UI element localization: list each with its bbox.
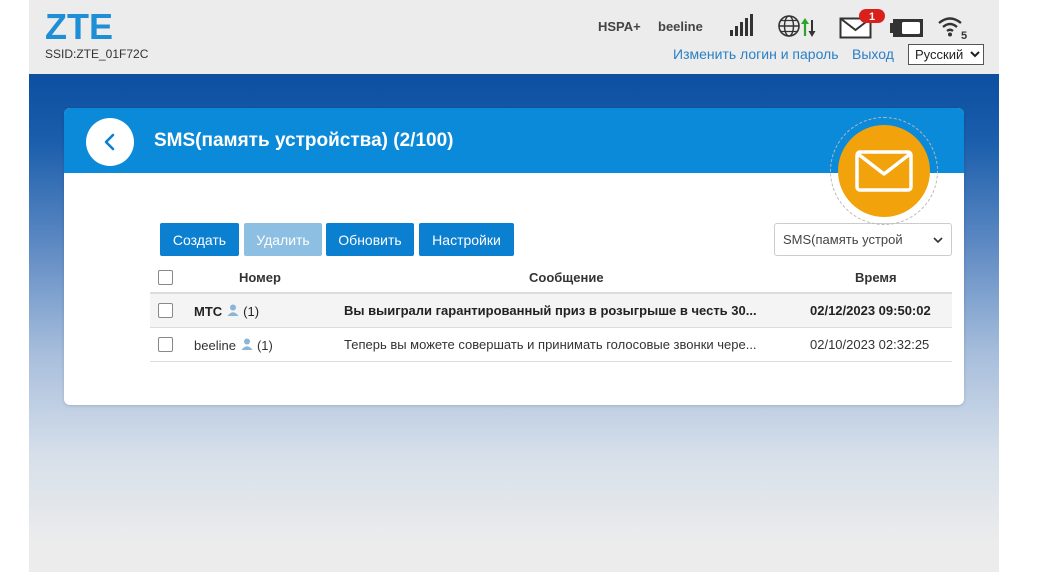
select-all-checkbox[interactable] [158,270,173,285]
back-arrow-icon [104,133,115,151]
sender-name: МТС [194,304,223,319]
operator-name: beeline [658,19,703,34]
top-header: ZTE SSID:ZTE_01F72C HSPA+ beeline 1 5 Из… [29,0,999,74]
network-type: HSPA+ [598,19,641,34]
person-icon [227,304,239,316]
ssid-label: SSID:ZTE_01F72C [45,47,149,61]
message-count: (1) [256,338,273,353]
globe-icon [777,14,823,40]
settings-button[interactable]: Настройки [419,223,514,256]
row-checkbox[interactable] [158,337,173,352]
language-select[interactable]: Русский [908,44,984,65]
row-checkbox[interactable] [158,303,173,318]
message-preview[interactable]: Вы выиграли гарантированный приз в розыг… [344,303,757,318]
sms-panel-header: SMS(память устройства) (2/100) [64,108,964,173]
sms-envelope-badge [830,117,938,225]
signal-icon [729,13,755,37]
back-button[interactable] [86,118,134,166]
mail-icon[interactable]: 1 [839,9,887,41]
storage-select[interactable]: SMS(память устрой [774,223,952,256]
wifi-clients-count: 5 [961,30,967,41]
message-preview[interactable]: Теперь вы можете совершать и принимать г… [344,337,757,352]
person-icon [241,338,253,350]
chevron-down-icon [933,236,943,243]
column-header-time: Время [855,270,897,285]
refresh-button[interactable]: Обновить [326,223,414,256]
zte-logo: ZTE [45,6,113,47]
page: ZTE SSID:ZTE_01F72C HSPA+ beeline 1 5 Из… [29,0,999,572]
battery-icon [889,17,925,39]
message-time: 02/12/2023 09:50:02 [810,303,931,318]
message-count: (1) [243,304,260,319]
unread-count-badge: 1 [869,11,875,23]
change-login-link[interactable]: Изменить логин и пароль [673,46,839,62]
column-header-message: Сообщение [529,270,604,285]
sender-name: beeline [194,338,236,353]
logout-link[interactable]: Выход [852,46,894,62]
create-button[interactable]: Создать [160,223,239,256]
sender-cell[interactable]: beeline (1) [194,337,273,353]
table-header: Номер Сообщение Время [150,264,952,294]
page-title: SMS(память устройства) (2/100) [154,130,454,151]
sms-panel: SMS(память устройства) (2/100) Создать У… [64,108,964,405]
table-row[interactable]: beeline (1) Теперь вы можете совершать и … [150,328,952,362]
table-row[interactable]: МТС (1) Вы выиграли гарантированный приз … [150,294,952,328]
wifi-icon: 5 [937,13,971,42]
envelope-icon [838,125,930,217]
storage-select-value: SMS(память устрой [783,232,903,247]
delete-button[interactable]: Удалить [244,223,322,256]
column-header-number: Номер [239,270,281,285]
sender-cell[interactable]: МТС (1) [194,303,259,319]
message-time: 02/10/2023 02:32:25 [810,337,930,352]
